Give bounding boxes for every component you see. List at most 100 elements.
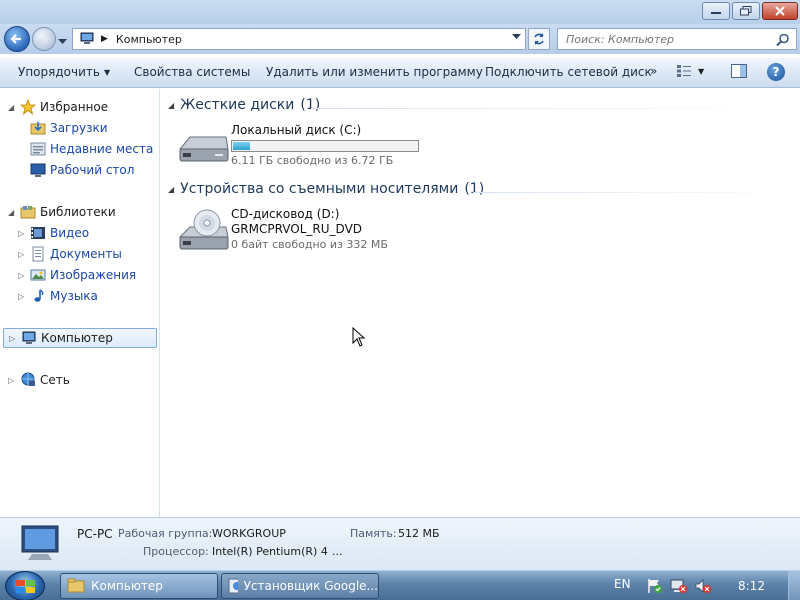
expand-arrow-icon[interactable]: ▷ bbox=[18, 292, 28, 301]
drive-volume-label: GRMCPRVOL_RU_DVD bbox=[231, 222, 363, 236]
group-count: (1) bbox=[464, 181, 485, 197]
back-button[interactable] bbox=[4, 26, 30, 52]
sidebar-item-label: Рабочий стол bbox=[50, 163, 135, 177]
minimize-icon bbox=[711, 12, 721, 14]
network-icon bbox=[20, 372, 36, 388]
sidebar-item-label: Недавние места bbox=[50, 142, 154, 156]
memory-label: Память: bbox=[350, 527, 397, 540]
refresh-icon bbox=[534, 33, 544, 45]
workgroup-label: Рабочая группа: bbox=[118, 527, 213, 540]
help-icon: ? bbox=[772, 65, 780, 79]
music-library-icon bbox=[30, 288, 46, 304]
documents-library-icon bbox=[30, 246, 46, 262]
breadcrumb-computer[interactable]: Компьютер bbox=[116, 33, 182, 46]
sidebar-item-pictures[interactable]: ▷ Изображения bbox=[18, 265, 136, 285]
cd-drive-icon bbox=[177, 207, 231, 253]
action-center-flag-icon[interactable] bbox=[646, 578, 664, 594]
mouse-cursor-icon bbox=[352, 327, 366, 347]
clock[interactable]: 8:12 bbox=[738, 579, 765, 593]
taskbar-button-computer[interactable]: Компьютер bbox=[60, 573, 218, 599]
drive-d[interactable]: CD-дисковод (D:) GRMCPRVOL_RU_DVD 0 байт… bbox=[177, 207, 388, 253]
preview-pane-button[interactable] bbox=[731, 64, 747, 81]
sidebar-item-libraries[interactable]: ◢ Библиотеки bbox=[8, 202, 116, 222]
drive-name: Локальный диск (C:) bbox=[231, 123, 362, 137]
expand-arrow-icon[interactable]: ▷ bbox=[8, 376, 18, 385]
sidebar-item-label: Изображения bbox=[50, 268, 137, 282]
sidebar-item-video[interactable]: ▷ Видео bbox=[18, 223, 89, 243]
group-count: (1) bbox=[300, 97, 321, 113]
refresh-button[interactable] bbox=[528, 28, 550, 50]
hard-drive-icon bbox=[177, 123, 231, 169]
installer-icon bbox=[228, 578, 238, 594]
help-button[interactable]: ? bbox=[767, 63, 785, 81]
pictures-library-icon bbox=[30, 267, 46, 283]
collapse-arrow-icon[interactable]: ◢ bbox=[168, 185, 174, 194]
minimize-button[interactable] bbox=[702, 2, 730, 20]
computer-icon bbox=[80, 32, 94, 44]
collapse-arrow-icon[interactable]: ◢ bbox=[168, 101, 174, 110]
change-view-button[interactable]: ▼ bbox=[676, 64, 704, 78]
chevron-down-icon: ▼ bbox=[103, 68, 111, 77]
star-icon bbox=[20, 99, 36, 115]
sidebar-item-network[interactable]: ▷ Сеть bbox=[8, 370, 70, 390]
start-button[interactable] bbox=[5, 571, 45, 600]
organize-button[interactable]: Упорядочить ▼ bbox=[18, 65, 110, 79]
search-box[interactable] bbox=[557, 28, 797, 50]
memory-value: 512 МБ bbox=[398, 527, 440, 540]
command-bar: Упорядочить ▼ Свойства системы Удалить ил… bbox=[0, 58, 800, 88]
details-pane: PC-PC Рабочая группа: WORKGROUP Память: … bbox=[0, 517, 800, 570]
network-disconnected-icon[interactable] bbox=[670, 578, 688, 594]
group-divider bbox=[311, 108, 791, 109]
group-header-hard-drives[interactable]: ◢ Жесткие диски (1) bbox=[168, 97, 320, 113]
language-indicator[interactable]: EN bbox=[614, 577, 631, 591]
forward-button[interactable] bbox=[32, 27, 56, 51]
pc-name: PC-PC bbox=[77, 527, 113, 541]
collapse-arrow-icon[interactable]: ◢ bbox=[8, 208, 18, 217]
desktop-icon bbox=[30, 162, 46, 178]
chevron-down-icon bbox=[58, 39, 67, 44]
system-properties-button[interactable]: Свойства системы bbox=[134, 65, 250, 79]
sidebar-item-recent-places[interactable]: Недавние места bbox=[28, 139, 153, 159]
search-icon[interactable] bbox=[776, 33, 790, 47]
sidebar-item-computer[interactable]: ▷ Компьютер bbox=[3, 328, 157, 348]
sidebar-item-label: Избранное bbox=[40, 100, 109, 114]
show-desktop-button[interactable] bbox=[788, 571, 800, 600]
drive-c[interactable]: Локальный диск (C:) 6.11 ГБ свободно из … bbox=[177, 123, 419, 169]
navigation-bar: ▶ Компьютер bbox=[0, 24, 800, 54]
chevron-down-icon[interactable] bbox=[512, 34, 521, 40]
address-bar[interactable]: ▶ Компьютер bbox=[72, 28, 526, 50]
maximize-button[interactable] bbox=[732, 2, 760, 20]
organize-label: Упорядочить bbox=[18, 65, 100, 79]
explorer-folder-icon bbox=[67, 578, 85, 593]
more-commands-button[interactable]: » bbox=[650, 64, 657, 78]
sidebar-item-desktop[interactable]: Рабочий стол bbox=[28, 160, 134, 180]
sidebar-item-downloads[interactable]: Загрузки bbox=[28, 118, 108, 138]
windows-logo-icon bbox=[16, 580, 35, 593]
drive-free-space: 0 байт свободно из 332 МБ bbox=[231, 238, 388, 251]
expand-arrow-icon[interactable]: ▷ bbox=[18, 271, 28, 280]
sidebar-item-favorites[interactable]: ◢ Избранное bbox=[8, 97, 108, 117]
cpu-value: Intel(R) Pentium(R) 4 bbox=[212, 545, 328, 558]
map-network-drive-button[interactable]: Подключить сетевой диск bbox=[485, 65, 652, 79]
arrow-right-icon bbox=[39, 34, 50, 44]
expand-arrow-icon[interactable]: ▷ bbox=[9, 334, 19, 343]
taskbar-button-label: Установщик Google... bbox=[243, 579, 378, 593]
search-input[interactable] bbox=[566, 32, 766, 46]
taskbar: Компьютер Установщик Google... EN 8:12 bbox=[0, 570, 800, 600]
group-header-removable[interactable]: ◢ Устройства со съемными носителями (1) bbox=[168, 181, 484, 197]
group-divider bbox=[473, 192, 793, 193]
close-button[interactable] bbox=[762, 2, 798, 20]
taskbar-button-google-installer[interactable]: Установщик Google... bbox=[221, 573, 379, 599]
sidebar-item-documents[interactable]: ▷ Документы bbox=[18, 244, 122, 264]
recent-pages-dropdown[interactable] bbox=[58, 34, 67, 48]
volume-muted-icon[interactable] bbox=[694, 578, 712, 594]
explorer-window: ▶ Компьютер Упорядочить▼ Свойства систем… bbox=[0, 0, 800, 570]
collapse-arrow-icon[interactable]: ◢ bbox=[8, 103, 18, 112]
title-bar bbox=[0, 0, 800, 24]
expand-arrow-icon[interactable]: ▷ bbox=[18, 250, 28, 259]
expand-arrow-icon[interactable]: ▷ bbox=[18, 229, 28, 238]
uninstall-program-button[interactable]: Удалить или изменить программу bbox=[266, 65, 483, 79]
sidebar-item-music[interactable]: ▷ Музыка bbox=[18, 286, 98, 306]
breadcrumb-separator[interactable]: ▶ bbox=[101, 34, 108, 44]
sidebar-item-label: Музыка bbox=[50, 289, 98, 303]
